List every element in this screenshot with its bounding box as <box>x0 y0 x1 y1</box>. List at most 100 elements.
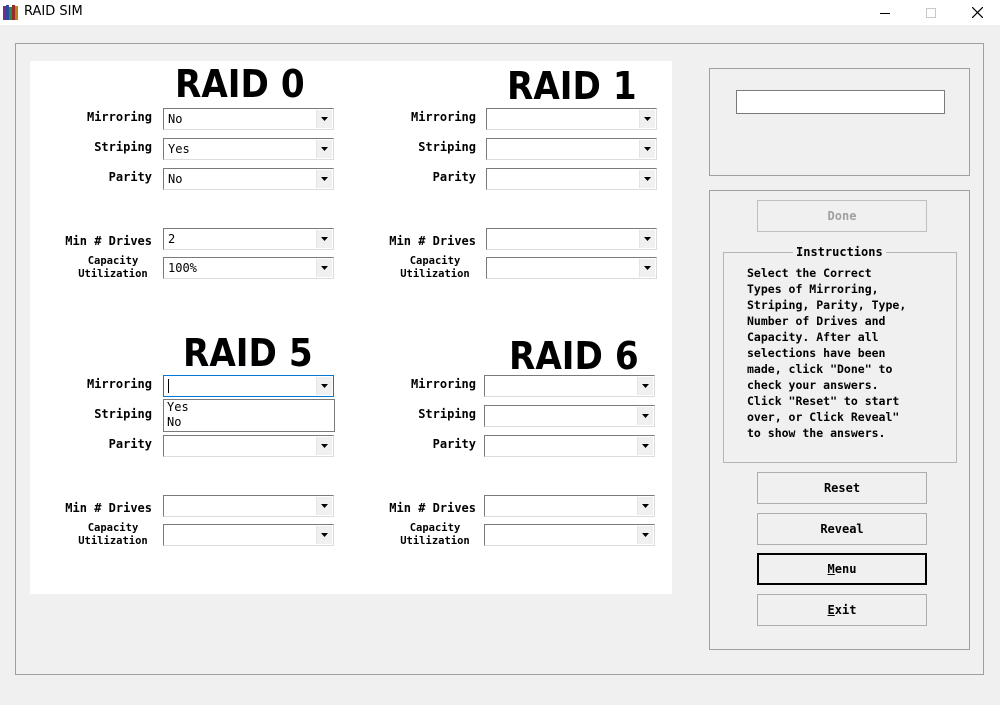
dropdown-arrow-icon[interactable] <box>316 110 332 128</box>
raid0-striping-select[interactable]: Yes <box>163 138 334 160</box>
dropdown-arrow-icon[interactable] <box>637 407 653 425</box>
raid0-parity-label: Parity <box>108 170 152 184</box>
reset-button[interactable]: Reset <box>757 472 927 504</box>
close-button[interactable] <box>954 0 1000 25</box>
exit-mnemonic: E <box>827 603 835 617</box>
capacity-label-line1: Capacity <box>87 522 139 534</box>
raid1-striping-select[interactable] <box>486 138 657 160</box>
dropdown-arrow-icon[interactable] <box>316 377 332 395</box>
dropdown-arrow-icon[interactable] <box>316 526 332 544</box>
raid1-striping-label: Striping <box>418 140 476 154</box>
raid5-mirroring-dropdown-list: Yes No <box>163 399 335 432</box>
raid0-parity-select[interactable]: No <box>163 168 334 190</box>
raid0-title: RAID 0 <box>175 62 305 106</box>
raid5-title: RAID 5 <box>183 331 313 375</box>
app-books-icon <box>3 5 18 20</box>
raid0-striping-label: Striping <box>94 140 152 154</box>
dropdown-arrow-icon[interactable] <box>639 140 655 158</box>
dropdown-arrow-icon[interactable] <box>316 230 332 248</box>
raid0-capacity-label: Capacity Utilization <box>63 255 163 281</box>
dropdown-arrow-icon[interactable] <box>639 259 655 277</box>
raid0-mirroring-value: No <box>168 112 183 126</box>
menu-button[interactable]: Menu <box>757 553 927 585</box>
menu-label-rest: enu <box>834 562 857 576</box>
raid5-mirroring-select[interactable] <box>163 375 334 397</box>
raid0-min-drives-select[interactable]: 2 <box>163 228 334 250</box>
raid0-mirroring-label: Mirroring <box>86 110 152 124</box>
raid1-min-drives-label: Min # Drives <box>389 234 476 248</box>
raid0-capacity-value: 100% <box>168 261 197 275</box>
raid0-parity-value: No <box>168 172 183 186</box>
exit-label-rest: xit <box>834 603 857 617</box>
capacity-label-line2: Utilization <box>78 268 148 280</box>
maximize-button[interactable] <box>908 0 954 25</box>
raid0-min-drives-label: Min # Drives <box>65 234 152 248</box>
window-title: RAID SIM <box>24 4 83 19</box>
done-button[interactable]: Done <box>757 200 927 232</box>
dropdown-arrow-icon[interactable] <box>316 170 332 188</box>
capacity-label-line2: Utilization <box>78 535 148 547</box>
raid6-mirroring-select[interactable] <box>484 375 655 397</box>
maximize-icon <box>926 7 936 18</box>
exit-button[interactable]: Exit <box>757 594 927 626</box>
close-icon <box>971 7 983 18</box>
instructions-text: Select the Correct Types of Mirroring, S… <box>747 266 907 440</box>
raid1-capacity-label: Capacity Utilization <box>385 255 485 281</box>
instructions-title: Instructions <box>793 245 886 259</box>
raid5-mirroring-label: Mirroring <box>86 377 152 391</box>
minimize-button[interactable] <box>862 0 908 25</box>
raid6-mirroring-label: Mirroring <box>410 377 476 391</box>
raid0-mirroring-select[interactable]: No <box>163 108 334 130</box>
raid1-mirroring-label: Mirroring <box>410 110 476 124</box>
raid1-parity-select[interactable] <box>486 168 657 190</box>
dropdown-arrow-icon[interactable] <box>637 526 653 544</box>
dropdown-arrow-icon[interactable] <box>316 140 332 158</box>
title-bar: RAID SIM <box>0 0 1000 25</box>
raid1-parity-label: Parity <box>432 170 476 184</box>
raid6-title: RAID 6 <box>509 334 639 378</box>
capacity-label-line1: Capacity <box>409 522 461 534</box>
dropdown-arrow-icon[interactable] <box>639 170 655 188</box>
capacity-label-line1: Capacity <box>87 255 139 267</box>
raid6-min-drives-select[interactable] <box>484 495 655 517</box>
dropdown-arrow-icon[interactable] <box>316 497 332 515</box>
minimize-icon <box>880 12 890 14</box>
dropdown-option-no[interactable]: No <box>164 415 334 430</box>
raid6-parity-select[interactable] <box>484 435 655 457</box>
raid5-min-drives-select[interactable] <box>163 495 334 517</box>
raid1-min-drives-select[interactable] <box>486 228 657 250</box>
raid1-title: RAID 1 <box>507 64 637 108</box>
answer-group <box>709 68 970 176</box>
raid0-striping-value: Yes <box>168 142 190 156</box>
raid6-capacity-select[interactable] <box>484 524 655 546</box>
dropdown-arrow-icon[interactable] <box>639 230 655 248</box>
raid6-capacity-label: Capacity Utilization <box>385 522 485 548</box>
raid6-min-drives-label: Min # Drives <box>389 501 476 515</box>
raid6-parity-label: Parity <box>432 437 476 451</box>
answer-textbox[interactable] <box>736 90 945 114</box>
capacity-label-line2: Utilization <box>400 535 470 547</box>
raid1-capacity-select[interactable] <box>486 257 657 279</box>
raid1-mirroring-select[interactable] <box>486 108 657 130</box>
raid5-capacity-label: Capacity Utilization <box>63 522 163 548</box>
reveal-button[interactable]: Reveal <box>757 513 927 545</box>
raid6-striping-select[interactable] <box>484 405 655 427</box>
raid6-striping-label: Striping <box>418 407 476 421</box>
text-caret <box>168 379 169 393</box>
dropdown-arrow-icon[interactable] <box>639 110 655 128</box>
dropdown-arrow-icon[interactable] <box>637 377 653 395</box>
raid5-striping-label: Striping <box>94 407 152 421</box>
dropdown-arrow-icon[interactable] <box>316 259 332 277</box>
raid0-capacity-select[interactable]: 100% <box>163 257 334 279</box>
menu-mnemonic: M <box>827 562 835 576</box>
raid5-parity-select[interactable] <box>163 435 334 457</box>
dropdown-option-yes[interactable]: Yes <box>164 400 334 415</box>
dropdown-arrow-icon[interactable] <box>637 497 653 515</box>
dropdown-arrow-icon[interactable] <box>637 437 653 455</box>
raid0-min-drives-value: 2 <box>168 232 176 246</box>
capacity-label-line2: Utilization <box>400 268 470 280</box>
dropdown-arrow-icon[interactable] <box>316 437 332 455</box>
raid5-parity-label: Parity <box>108 437 152 451</box>
raid5-capacity-select[interactable] <box>163 524 334 546</box>
raid5-min-drives-label: Min # Drives <box>65 501 152 515</box>
